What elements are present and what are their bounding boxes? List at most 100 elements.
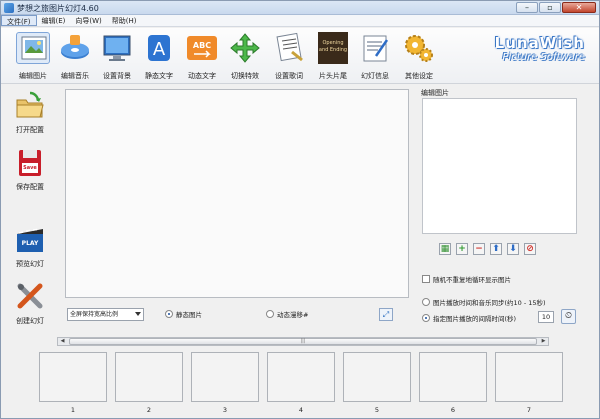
toolbar-label: 切换特效 xyxy=(231,72,259,80)
set-background-icon xyxy=(100,32,134,64)
thumbnail-number: 7 xyxy=(526,406,532,414)
toolbar-opening-ending[interactable]: Opening and Ending 片头片尾 xyxy=(311,32,355,81)
thumbnail-slot[interactable] xyxy=(267,352,335,402)
radio-label: 静态图片 xyxy=(176,311,202,319)
thumbnail-number: 5 xyxy=(374,406,380,414)
close-button[interactable]: ✕ xyxy=(562,2,596,13)
toolbar-slideshow-info[interactable]: 幻灯信息 xyxy=(353,32,397,81)
thumbnail-slot[interactable] xyxy=(39,352,107,402)
thumbnail-number: 4 xyxy=(298,406,304,414)
toolbar-transition-effect[interactable]: 切换特效 xyxy=(223,32,267,81)
thumbnail-scrollbar[interactable]: ◀ ||| ▶ xyxy=(57,337,549,346)
menu-edit[interactable]: 编辑(E) xyxy=(37,15,71,26)
edit-picture-label: 编辑图片 xyxy=(421,89,449,97)
thumbnail-slot[interactable] xyxy=(419,352,487,402)
chevron-down-icon xyxy=(135,312,141,316)
remove-icon: − xyxy=(475,244,483,254)
toolbar-static-text[interactable]: A 静态文字 xyxy=(137,32,181,81)
menu-file[interactable]: 文件(F) xyxy=(1,15,37,26)
thumbnail-number: 6 xyxy=(450,406,456,414)
radio-label: 指定图片播放的间隔时间(秒) xyxy=(433,315,517,323)
picture-preview xyxy=(422,98,577,234)
other-settings-icon xyxy=(402,32,436,64)
toolbar-other-settings[interactable]: 其他设定 xyxy=(397,32,441,81)
app-icon xyxy=(4,3,14,13)
maximize-button[interactable]: ▫ xyxy=(539,2,561,13)
scroll-left-icon[interactable]: ◀ xyxy=(58,338,67,345)
sidebar-label: 创建幻灯 xyxy=(16,317,44,325)
random-loop-checkbox[interactable]: 随机不重复地循环显示图片 xyxy=(422,274,511,284)
thumbnail-slot[interactable] xyxy=(115,352,183,402)
sidebar-label: 打开配置 xyxy=(16,126,44,134)
clock-button[interactable]: ⏲ xyxy=(561,309,576,324)
thumbnail-number: 2 xyxy=(146,406,152,414)
toolbar-label: 设置歌词 xyxy=(275,72,303,80)
remove-button[interactable]: − xyxy=(473,243,485,255)
left-sidebar: 打开配置 Save 保存配置 PLAY 预览幻灯 创建幻灯 xyxy=(1,85,59,335)
add-icon: + xyxy=(458,244,466,254)
fit-mode-value: 全屏保持宽高比例 xyxy=(70,311,119,318)
add-button[interactable]: + xyxy=(456,243,468,255)
thumbnail-slot[interactable] xyxy=(191,352,259,402)
scroll-right-icon[interactable]: ▶ xyxy=(539,338,548,345)
toolbar-set-lyrics[interactable]: 设置歌词 xyxy=(267,32,311,81)
move-down-button[interactable]: ⬇ xyxy=(507,243,519,255)
radio-dot xyxy=(422,314,430,322)
scroll-thumb[interactable]: ||| xyxy=(69,338,537,345)
expand-icon: ⤢ xyxy=(382,310,390,319)
sidebar-label: 预览幻灯 xyxy=(16,260,44,268)
preview-slideshow-icon: PLAY xyxy=(14,225,46,255)
interval-input[interactable]: 10 xyxy=(538,311,554,323)
radio-dot xyxy=(422,298,430,306)
toolbar-edit-picture[interactable]: 编辑图片 xyxy=(11,32,55,81)
sidebar-save-config[interactable]: Save 保存配置 xyxy=(5,148,55,192)
thumbnail-slot[interactable] xyxy=(343,352,411,402)
radio-pan-motion[interactable]: 动态漫移# xyxy=(266,309,308,319)
save-config-icon: Save xyxy=(14,148,46,178)
radio-dot xyxy=(266,310,274,318)
menu-bar: 文件(F) 编辑(E) 向导(W) 帮助(H) xyxy=(1,15,599,27)
menu-wizard[interactable]: 向导(W) xyxy=(70,15,106,26)
fit-mode-select[interactable]: 全屏保持宽高比例 xyxy=(67,308,144,321)
toolbar-dynamic-text[interactable]: ABC 动态文字 xyxy=(180,32,224,81)
save-badge: Save xyxy=(23,165,37,171)
toolbar-label: 其他设定 xyxy=(405,72,433,80)
toolbar-set-background[interactable]: 设置背景 xyxy=(95,32,139,81)
canvas-controls: 全屏保持宽高比例 静态图片 动态漫移# ⤢ xyxy=(65,308,409,324)
toolbar-label: 动态文字 xyxy=(188,72,216,80)
minimize-button[interactable]: – xyxy=(516,2,538,13)
svg-text:ABC: ABC xyxy=(193,41,211,50)
toolbar-label: 编辑音乐 xyxy=(61,72,89,80)
grid-button[interactable]: ▦ xyxy=(439,243,451,255)
picture-canvas[interactable] xyxy=(65,89,409,298)
toolbar-label: 编辑图片 xyxy=(19,72,47,80)
radio-label: 图片播放时间和音乐同步(约10 - 15秒) xyxy=(433,299,546,307)
brand-logo: LunaWish Picture Software xyxy=(495,34,585,63)
toolbar-edit-music[interactable]: 编辑音乐 xyxy=(53,32,97,81)
window-title: 梦想之旅图片幻灯4.60 xyxy=(17,4,99,13)
sidebar-preview-slideshow[interactable]: PLAY 预览幻灯 xyxy=(5,225,55,269)
radio-sync-music[interactable]: 图片播放时间和音乐同步(约10 - 15秒) xyxy=(422,297,546,307)
menu-help[interactable]: 帮助(H) xyxy=(107,15,142,26)
radio-dot xyxy=(165,310,173,318)
brand-name: LunaWish xyxy=(494,34,585,52)
sidebar-open-config[interactable]: 打开配置 xyxy=(5,91,55,135)
sidebar-label: 保存配置 xyxy=(16,183,44,191)
opening-ending-icon: Opening and Ending xyxy=(318,32,348,64)
delete-button[interactable]: ⊘ xyxy=(524,243,536,255)
thumbnail-slot[interactable] xyxy=(495,352,563,402)
play-badge: PLAY xyxy=(21,240,39,247)
brand-tagline: Picture Software xyxy=(502,52,586,63)
toolbar-label: 幻灯信息 xyxy=(361,72,389,80)
picture-action-buttons: ▦ + − ⬆ ⬇ ⊘ xyxy=(439,243,536,255)
edit-picture-icon xyxy=(16,32,50,64)
move-up-button[interactable]: ⬆ xyxy=(490,243,502,255)
sidebar-create-slideshow[interactable]: 创建幻灯 xyxy=(5,282,55,326)
transition-effect-icon xyxy=(228,32,262,64)
checkbox-box xyxy=(422,275,430,283)
fullscreen-button[interactable]: ⤢ xyxy=(379,308,393,321)
radio-fixed-interval[interactable]: 指定图片播放的间隔时间(秒) xyxy=(422,313,516,323)
radio-static-picture[interactable]: 静态图片 xyxy=(165,309,202,319)
app-window: 梦想之旅图片幻灯4.60 – ▫ ✕ 文件(F) 编辑(E) 向导(W) 帮助(… xyxy=(0,0,600,419)
toolbar-label: 静态文字 xyxy=(145,72,173,80)
